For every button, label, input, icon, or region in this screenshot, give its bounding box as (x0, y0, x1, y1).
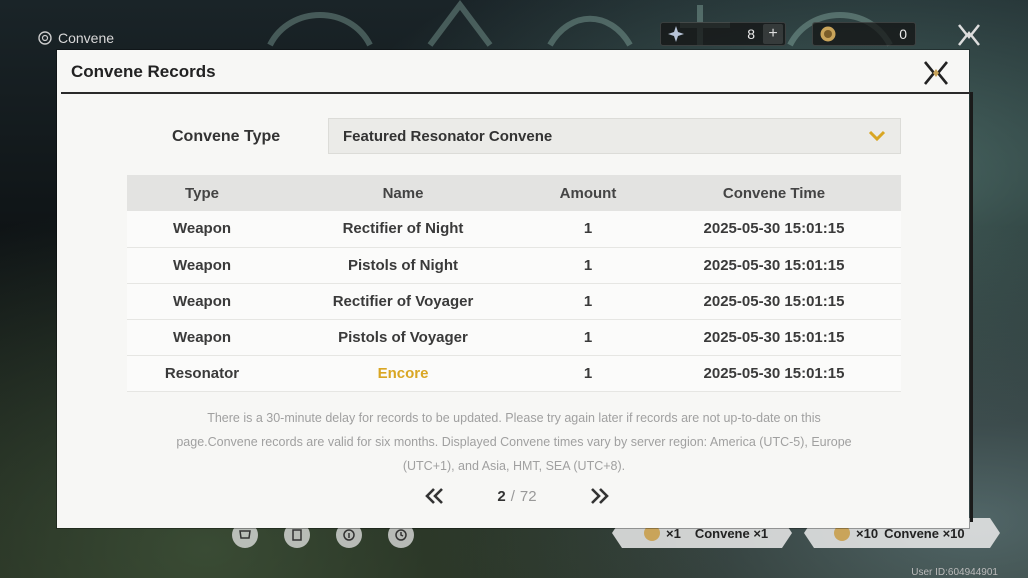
cell-amount: 1 (529, 211, 647, 248)
cell-amount: 1 (529, 247, 647, 284)
notice-line: There is a 30-minute delay for records t… (207, 411, 821, 425)
convene-type-label: Convene Type (172, 128, 281, 145)
convene-type-dropdown[interactable]: Featured Resonator Convene (328, 118, 901, 154)
table-row: Weapon Rectifier of Voyager 1 2025-05-30… (127, 283, 901, 320)
cell-name: Pistols of Night (277, 247, 529, 284)
dialog-edge-decoration (965, 92, 973, 522)
notice-line: page.Convene records are valid for six m… (176, 435, 852, 449)
header-convene-time: Convene Time (647, 175, 901, 211)
screen-title: Convene (38, 28, 114, 48)
add-astrite-button[interactable]: + (763, 24, 783, 44)
records-table: Type Name Amount Convene Time Weapon Rec… (127, 175, 901, 392)
convene-records-dialog: Convene Records Convene Type Featured Re… (57, 50, 973, 528)
user-id: User ID:604944901 (911, 567, 998, 578)
current-page: 2 (497, 487, 506, 505)
cell-time: 2025-05-30 15:01:15 (647, 247, 901, 284)
page-separator: / (510, 487, 515, 505)
screen-close-icon[interactable] (956, 22, 982, 48)
next-page-icon[interactable] (589, 487, 611, 505)
cell-amount: 1 (529, 283, 647, 320)
table-row: Weapon Pistols of Voyager 1 2025-05-30 1… (127, 319, 901, 356)
screen-title-text: Convene (58, 30, 115, 46)
header-amount: Amount (529, 175, 647, 211)
convene-type-value: Featured Resonator Convene (343, 127, 553, 145)
records-notice: There is a 30-minute delay for records t… (137, 406, 891, 478)
notice-line: (UTC+1), and Asia, HMT, SEA (UTC+8). (402, 459, 626, 473)
tide-currency: 0 (812, 22, 916, 46)
cell-time: 2025-05-30 15:01:15 (647, 355, 901, 392)
cell-amount: 1 (529, 319, 647, 356)
cell-type: Weapon (127, 283, 277, 320)
dialog-title: Convene Records (71, 62, 216, 81)
cell-type: Weapon (127, 211, 277, 248)
cell-name: Rectifier of Night (277, 211, 529, 248)
chevron-down-icon (868, 130, 886, 142)
astrite-value: 8 (747, 26, 755, 42)
total-pages: 72 (519, 487, 537, 505)
cell-name: Rectifier of Voyager (277, 283, 529, 320)
cell-time: 2025-05-30 15:01:15 (647, 211, 901, 248)
table-row: Weapon Rectifier of Night 1 2025-05-30 1… (127, 211, 901, 248)
table-row: Weapon Pistols of Night 1 2025-05-30 15:… (127, 247, 901, 284)
table-row: Resonator Encore 1 2025-05-30 15:01:15 (127, 355, 901, 392)
astrite-currency: 8 + (660, 22, 786, 46)
pagination: 2 / 72 (417, 484, 617, 508)
cell-name: Encore (277, 355, 529, 392)
cell-type: Weapon (127, 247, 277, 284)
cell-amount: 1 (529, 355, 647, 392)
convene-icon (38, 31, 52, 45)
close-icon[interactable] (921, 58, 951, 88)
cell-type: Resonator (127, 355, 277, 392)
cell-name: Pistols of Voyager (277, 319, 529, 356)
previous-page-icon[interactable] (423, 487, 445, 505)
astrite-icon (668, 26, 684, 42)
cell-time: 2025-05-30 15:01:15 (647, 319, 901, 356)
lustrous-tide-icon (820, 26, 836, 42)
table-header-row: Type Name Amount Convene Time (127, 175, 901, 211)
header-type: Type (127, 175, 277, 211)
cell-time: 2025-05-30 15:01:15 (647, 283, 901, 320)
cell-type: Weapon (127, 319, 277, 356)
tide-value: 0 (899, 26, 907, 42)
header-name: Name (277, 175, 529, 211)
